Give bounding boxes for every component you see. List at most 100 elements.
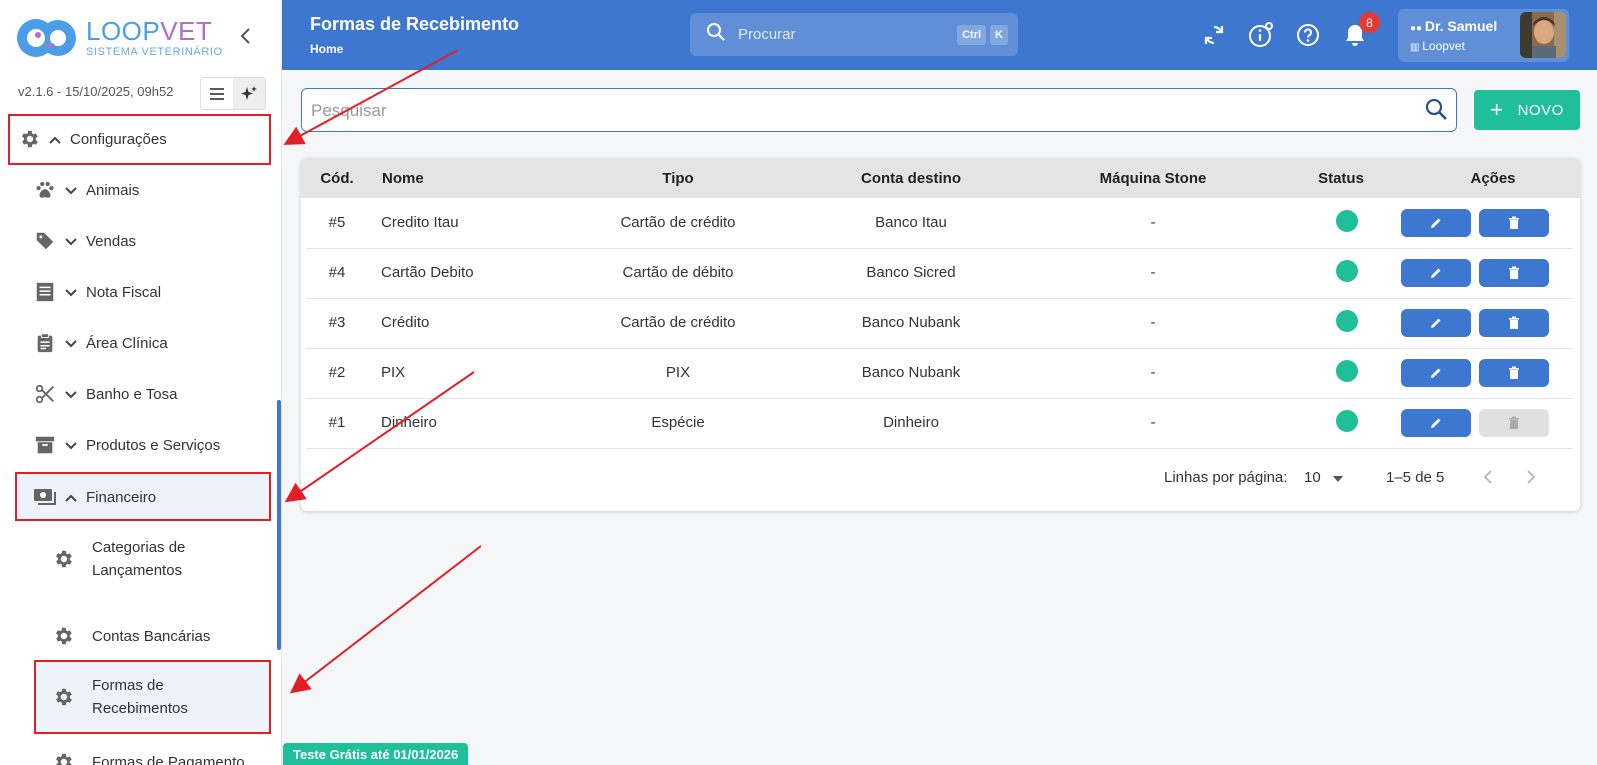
sidebar-item-animais[interactable]: Animais — [0, 177, 276, 203]
chevron-down-icon — [61, 182, 81, 199]
cell-account: Banco Nubank — [861, 314, 961, 331]
menu-icon — [210, 87, 224, 100]
edit-button[interactable] — [1401, 259, 1471, 287]
gear-icon — [50, 546, 76, 572]
topbar: Formas de Recebimento Home Procurar Ctrl… — [282, 0, 1597, 70]
prev-page-button[interactable] — [1483, 470, 1493, 488]
edit-button[interactable] — [1401, 409, 1471, 437]
search-placeholder: Procurar — [738, 26, 796, 43]
notification-badge: 8 — [1359, 12, 1380, 33]
trash-icon — [1509, 416, 1519, 429]
status-indicator — [1336, 410, 1358, 432]
sidebar-item-area-clinica[interactable]: Área Clínica — [0, 330, 276, 356]
status-indicator — [1336, 360, 1358, 382]
gear-icon — [50, 749, 76, 765]
delete-button[interactable] — [1479, 259, 1549, 287]
chevron-down-icon — [61, 335, 81, 352]
search-icon — [706, 22, 726, 47]
sidebar-item-produtos-e-servicos[interactable]: Produtos e Serviços — [0, 432, 276, 458]
new-button[interactable]: + NOVO — [1474, 90, 1580, 130]
chevron-down-icon — [61, 233, 81, 250]
cell-account: Banco Nubank — [861, 364, 961, 381]
tag-icon — [32, 228, 58, 254]
chevron-left-icon — [240, 28, 250, 44]
cell-code: #1 — [328, 414, 346, 431]
trial-banner[interactable]: Teste Grátis até 01/01/2026 — [283, 743, 469, 765]
ai-view-button[interactable] — [233, 78, 265, 109]
sparkle-icon — [241, 85, 257, 100]
delete-button[interactable] — [1479, 209, 1549, 237]
trash-icon — [1509, 266, 1519, 279]
sidebar-item-vendas[interactable]: Vendas — [0, 228, 276, 254]
page-title: Formas de Recebimento — [310, 14, 520, 34]
receipt-icon — [32, 279, 58, 305]
next-page-button[interactable] — [1526, 470, 1536, 488]
edit-button[interactable] — [1401, 359, 1471, 387]
shortcut-ctrl: Ctrl — [957, 24, 987, 45]
table-footer: Linhas por página: 10 1–5 de 5 — [301, 458, 1580, 498]
sidebar-subitem-categorias[interactable]: Categorias de Lançamentos — [50, 536, 270, 582]
cell-name: Cartão Debito — [381, 264, 474, 281]
table-header: Cód. Nome Tipo Conta destino Máquina Sto… — [301, 158, 1580, 198]
cell-stone: - — [1150, 264, 1156, 281]
chevron-right-icon — [1527, 470, 1536, 484]
gear-icon — [50, 623, 76, 649]
user-org: ▥ Loopvet — [1410, 39, 1465, 53]
menu-view-button[interactable] — [201, 78, 233, 109]
edit-button[interactable] — [1401, 309, 1471, 337]
sidebar-item-banho-e-tosa[interactable]: Banho e Tosa — [0, 381, 276, 407]
cell-name: Crédito — [381, 314, 430, 331]
table-row: #1 Dinheiro Espécie Dinheiro - — [306, 398, 1573, 449]
new-button-label: NOVO — [1517, 101, 1564, 119]
user-menu[interactable]: ●● Dr. Samuel ▥ Loopvet — [1398, 9, 1569, 62]
search-icon[interactable] — [1424, 97, 1448, 126]
delete-button[interactable] — [1479, 359, 1549, 387]
cell-type: Cartão de crédito — [620, 214, 736, 231]
header-actions: Ações — [1470, 170, 1516, 187]
sidebar-item-label: Produtos e Serviços — [86, 436, 221, 454]
info-button[interactable] — [1248, 22, 1274, 48]
global-search[interactable]: Procurar Ctrl K — [690, 13, 1018, 56]
help-button[interactable] — [1295, 22, 1321, 48]
chevron-down-icon — [61, 284, 81, 301]
annotation-box — [8, 114, 271, 165]
chevron-down-icon — [61, 386, 81, 403]
cell-account: Banco Itau — [875, 214, 947, 231]
users-icon: ●● — [1410, 23, 1425, 34]
chevron-left-icon — [1483, 470, 1492, 484]
arrow-annotation — [289, 545, 482, 694]
header-account: Conta destino — [861, 170, 961, 187]
cell-stone: - — [1150, 314, 1156, 331]
sidebar-item-nota-fiscal[interactable]: Nota Fiscal — [0, 279, 276, 305]
caret-down-icon — [1332, 476, 1343, 482]
table-row: #2 PIX PIX Banco Nubank - — [306, 348, 1573, 399]
breadcrumb[interactable]: Home — [310, 42, 343, 56]
building-icon: ▥ — [1410, 42, 1423, 53]
sidebar-scrollbar[interactable] — [277, 400, 281, 650]
cell-code: #5 — [328, 214, 346, 231]
header-code: Cód. — [320, 170, 354, 187]
sidebar-item-label: Banho e Tosa — [86, 385, 178, 403]
help-icon — [1297, 24, 1319, 46]
delete-button[interactable] — [1479, 309, 1549, 337]
paw-icon — [32, 177, 58, 203]
collapse-sidebar-button[interactable] — [236, 24, 256, 48]
plus-icon: + — [1490, 97, 1504, 122]
logo-mark — [16, 18, 78, 58]
sidebar-subitem-label: Contas Bancárias — [92, 627, 211, 645]
table-row: #5 Credito Itau Cartão de crédito Banco … — [306, 198, 1573, 249]
edit-button[interactable] — [1401, 209, 1471, 237]
scissors-icon — [32, 381, 58, 407]
pencil-icon — [1431, 268, 1441, 278]
rows-per-page-select[interactable]: 10 — [1304, 469, 1343, 486]
cell-type: PIX — [665, 364, 691, 381]
cell-type: Cartão de débito — [622, 264, 734, 281]
sidebar-subitem-contas-bancarias[interactable]: Contas Bancárias — [50, 623, 270, 649]
pencil-icon — [1431, 418, 1441, 428]
refresh-button[interactable] — [1201, 22, 1227, 48]
chevron-down-icon — [61, 437, 81, 454]
cell-account: Dinheiro — [883, 414, 939, 431]
sidebar-subitem-formas-pagamento[interactable]: Formas de Pagamento — [50, 749, 270, 765]
table-card: Cód. Nome Tipo Conta destino Máquina Sto… — [301, 158, 1580, 511]
filter-search-input[interactable]: Pesquisar — [301, 88, 1457, 132]
